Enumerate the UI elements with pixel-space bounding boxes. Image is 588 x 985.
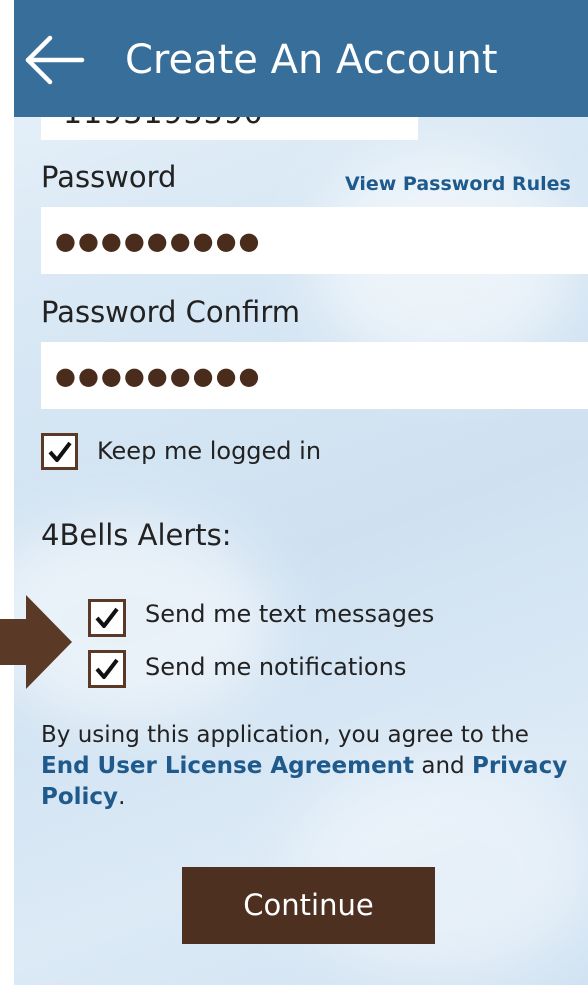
- keep-logged-in-label: Keep me logged in: [97, 437, 322, 465]
- keep-logged-in-checkbox[interactable]: [41, 433, 78, 470]
- pointer-arrow-icon: [0, 595, 72, 689]
- password-confirm-label: Password Confirm: [41, 295, 300, 329]
- view-password-rules-link[interactable]: View Password Rules: [345, 172, 571, 196]
- password-value: ●●●●●●●●●: [55, 227, 262, 255]
- eula-link[interactable]: End User License Agreement: [41, 753, 414, 779]
- checkmark-icon: [95, 607, 119, 628]
- password-input[interactable]: ●●●●●●●●●: [41, 207, 588, 274]
- create-account-screen: Create An Account 1193193390 Password Vi…: [14, 0, 588, 985]
- password-confirm-input[interactable]: ●●●●●●●●●: [41, 342, 588, 409]
- app-header: Create An Account: [14, 0, 588, 117]
- checkmark-icon: [48, 441, 72, 462]
- page-title: Create An Account: [125, 37, 498, 83]
- checkmark-icon: [95, 658, 119, 679]
- text-messages-checkbox[interactable]: [88, 599, 126, 637]
- terms-middle: and: [421, 753, 465, 779]
- back-arrow-icon[interactable]: [22, 34, 86, 86]
- continue-button[interactable]: Continue: [182, 867, 435, 944]
- terms-suffix: .: [118, 784, 126, 810]
- notifications-label: Send me notifications: [145, 653, 407, 681]
- terms-prefix: By using this application, you agree to …: [41, 722, 529, 748]
- password-confirm-value: ●●●●●●●●●: [55, 362, 262, 390]
- text-messages-label: Send me text messages: [145, 600, 435, 628]
- terms-text: By using this application, you agree to …: [41, 720, 581, 813]
- notifications-checkbox[interactable]: [88, 650, 126, 688]
- alerts-title: 4Bells Alerts:: [41, 518, 232, 552]
- password-label: Password: [41, 160, 177, 194]
